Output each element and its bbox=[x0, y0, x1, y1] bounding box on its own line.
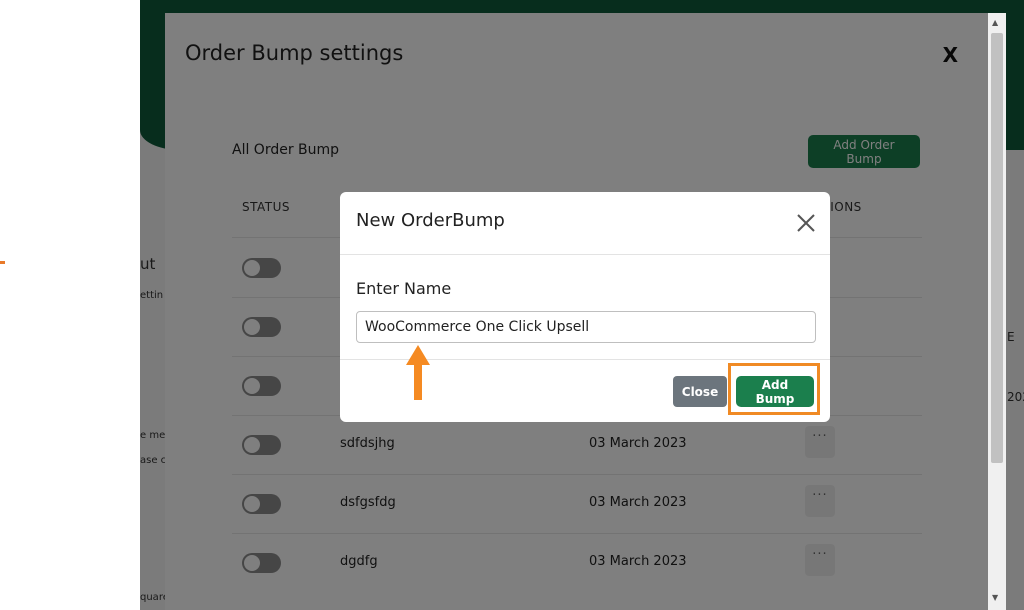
dialog-title: New OrderBump bbox=[356, 210, 505, 231]
scrollbar-thumb[interactable] bbox=[991, 33, 1003, 463]
name-input[interactable] bbox=[356, 311, 816, 343]
close-button[interactable]: Close bbox=[673, 376, 727, 407]
scroll-down-icon[interactable]: ▼ bbox=[992, 593, 998, 602]
dialog-divider bbox=[340, 254, 830, 255]
enter-name-label: Enter Name bbox=[356, 279, 452, 298]
add-bump-button[interactable]: Add Bump bbox=[736, 376, 814, 407]
left-panel bbox=[0, 0, 140, 610]
orange-marker bbox=[0, 261, 5, 264]
close-icon[interactable] bbox=[795, 212, 817, 234]
arrow-up-icon bbox=[406, 345, 430, 400]
scrollbar[interactable]: ▲ ▼ bbox=[988, 13, 1006, 610]
scroll-up-icon[interactable]: ▲ bbox=[992, 18, 998, 27]
